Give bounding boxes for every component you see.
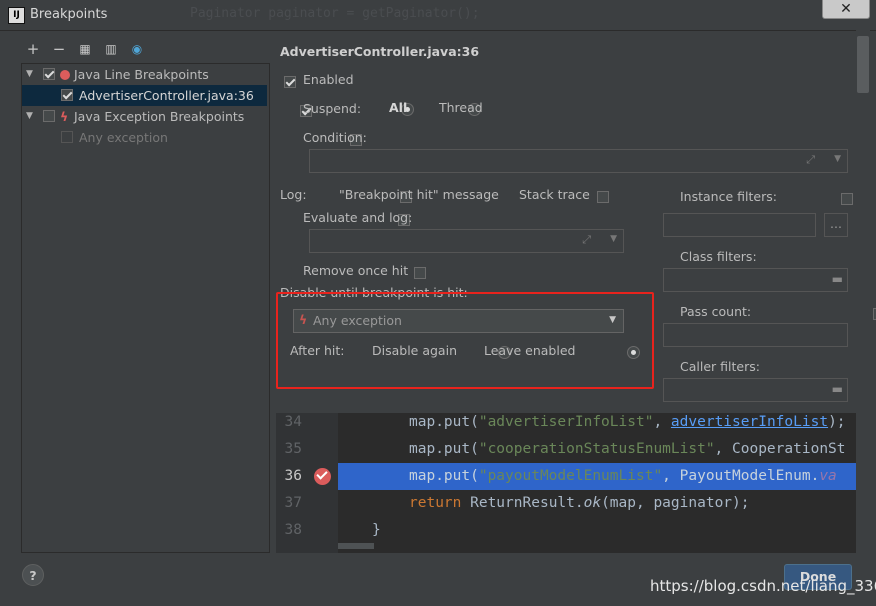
expand-icon[interactable]: ⤢: [582, 233, 591, 247]
app-icon: IJ: [8, 7, 25, 24]
close-button[interactable]: ✕: [822, 0, 870, 19]
breakpoint-icon[interactable]: [314, 468, 331, 485]
code-line: 36 map.put("payoutModelEnumList", Payout…: [276, 463, 856, 490]
tree-item-label: Java Line Breakpoints: [74, 67, 209, 82]
code-line: 38 }: [276, 517, 856, 544]
window-title: Breakpoints: [30, 7, 108, 22]
tree-item-advertiser[interactable]: AdvertiserController.java:36: [22, 85, 267, 106]
add-breakpoint-button[interactable]: +: [26, 42, 40, 57]
chevron-down-icon[interactable]: ▼: [26, 64, 36, 85]
close-icon: ✕: [840, 1, 852, 17]
evaluate-log-input[interactable]: ⤢ ▼: [309, 229, 624, 253]
advertiser-checkbox[interactable]: [61, 89, 73, 101]
instance-filters-label: Instance filters:: [680, 189, 777, 204]
watermark-text: https://blog.csdn.net/liang_336: [650, 577, 876, 595]
line-number: 37: [284, 495, 302, 511]
evaluate-log-label: Evaluate and log:: [303, 210, 413, 225]
tree-item-java-exception[interactable]: ▼ ϟ Java Exception Breakpoints: [22, 106, 267, 127]
any-exception-checkbox[interactable]: [61, 131, 73, 143]
stack-trace-label: Stack trace: [519, 187, 590, 202]
line-number: 38: [284, 522, 302, 538]
code-scroll-thumb[interactable]: [338, 543, 374, 549]
code-preview: 34 map.put("advertiserInfoList", adverti…: [276, 413, 856, 553]
caller-filters-input[interactable]: ▬: [663, 378, 848, 402]
code-line: 35 map.put("cooperationStatusEnumList", …: [276, 436, 856, 463]
view-settings-icon[interactable]: ◉: [130, 42, 144, 56]
breakpoint-hit-label: "Breakpoint hit" message: [339, 187, 499, 202]
enabled-checkbox[interactable]: [284, 75, 296, 88]
chevron-down-icon[interactable]: ▼: [610, 234, 617, 244]
instance-filters-input[interactable]: [663, 213, 816, 237]
remove-once-checkbox[interactable]: [413, 266, 426, 279]
suspend-thread-label: Thread: [439, 100, 483, 115]
pass-count-input[interactable]: [663, 323, 848, 347]
pass-count-label: Pass count:: [680, 304, 752, 319]
tree-item-any-exception[interactable]: Any exception: [22, 127, 267, 148]
tree-item-label: Java Exception Breakpoints: [74, 109, 245, 124]
condition-label: Condition:: [303, 130, 367, 145]
details-header: AdvertiserController.java:36: [280, 44, 480, 59]
java-line-checkbox[interactable]: [43, 68, 55, 80]
enabled-label: Enabled: [303, 72, 354, 87]
condition-input[interactable]: ⤢ ▼: [309, 149, 848, 173]
line-number: 36: [284, 468, 302, 484]
expand-icon[interactable]: ⤢: [806, 153, 815, 167]
tree-item-label: Any exception: [79, 130, 168, 145]
tree-item-label: AdvertiserController.java:36: [79, 88, 254, 103]
help-button[interactable]: ?: [22, 564, 44, 586]
folder-icon[interactable]: ▬: [832, 272, 843, 286]
background-code-hint: Paginator paginator = getPaginator();: [190, 6, 480, 21]
tree-item-java-line[interactable]: ▼ Java Line Breakpoints: [22, 64, 267, 85]
remove-once-label: Remove once hit: [303, 263, 409, 278]
breakpoint-icon: [60, 70, 70, 80]
remove-breakpoint-button[interactable]: −: [52, 42, 66, 57]
panel-scroll-thumb[interactable]: [857, 36, 869, 93]
instance-filters-checkbox[interactable]: [840, 192, 853, 205]
panel-scrollbar[interactable]: [856, 30, 870, 570]
class-filters-label: Class filters:: [680, 249, 757, 264]
suspend-all-label: All: [389, 100, 408, 115]
code-line: 34 map.put("advertiserInfoList", adverti…: [276, 413, 856, 436]
suspend-label: Suspend:: [303, 101, 362, 116]
caller-filters-label: Caller filters:: [680, 359, 760, 374]
group-by-package-icon[interactable]: ▥: [104, 42, 118, 56]
folder-icon[interactable]: ▬: [832, 382, 843, 396]
java-exception-checkbox[interactable]: [43, 110, 55, 122]
chevron-down-icon[interactable]: ▼: [834, 154, 841, 164]
line-number: 35: [284, 441, 302, 457]
highlight-annotation-box: [276, 292, 654, 389]
breakpoints-tree: ▼ Java Line Breakpoints AdvertiserContro…: [21, 63, 270, 553]
line-number: 34: [284, 414, 302, 430]
chevron-down-icon[interactable]: ▼: [26, 106, 36, 127]
exception-bolt-icon: ϟ: [60, 109, 69, 124]
group-by-file-icon[interactable]: ▦: [78, 42, 92, 56]
stack-trace-checkbox[interactable]: [596, 190, 609, 203]
code-line: 37 return ReturnResult.ok(map, paginator…: [276, 490, 856, 517]
class-filters-input[interactable]: ▬: [663, 268, 848, 292]
log-label: Log:: [280, 187, 307, 202]
instance-filters-browse-button[interactable]: ...: [824, 213, 848, 237]
